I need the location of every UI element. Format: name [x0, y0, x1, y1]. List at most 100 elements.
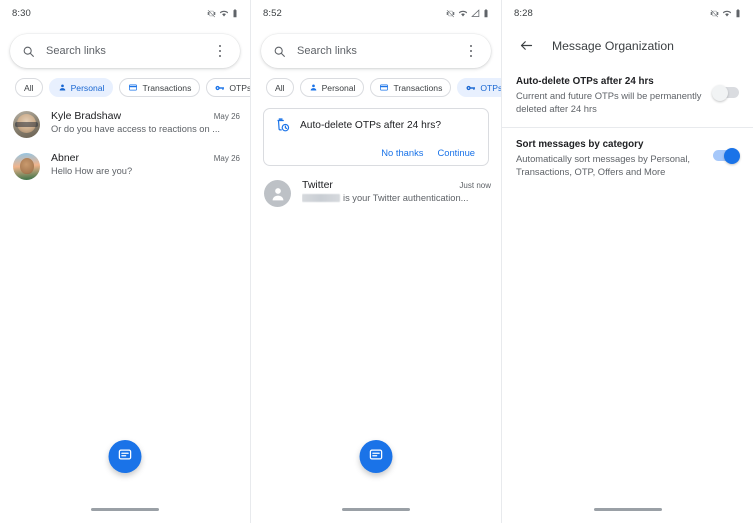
compose-message-icon	[118, 447, 133, 467]
avatar	[13, 153, 40, 180]
toggle-knob	[712, 84, 728, 101]
conversation-content: Kyle Bradshaw May 26 Or do you have acce…	[51, 110, 240, 134]
person-icon	[309, 83, 318, 92]
page-title: Message Organization	[552, 38, 674, 53]
search-bar[interactable]	[261, 34, 491, 68]
conversation-sender: Abner	[51, 152, 80, 164]
search-input[interactable]	[297, 45, 463, 57]
auto-delete-toggle[interactable]	[712, 84, 739, 101]
wifi-icon	[722, 9, 732, 18]
no-thanks-button[interactable]: No thanks	[381, 147, 423, 158]
filter-chip-label: Transactions	[393, 82, 443, 93]
key-icon	[466, 84, 476, 92]
conversation-timestamp: Just now	[459, 181, 491, 190]
status-clock: 8:28	[514, 7, 533, 19]
filter-chip-row: All Personal Transactions OTPs	[0, 68, 250, 97]
setting-title: Sort messages by category	[516, 139, 644, 151]
filter-chip-all[interactable]: All	[266, 78, 294, 97]
setting-text-block: Auto-delete OTPs after 24 hrs Current an…	[516, 75, 703, 116]
compose-fab-button[interactable]	[359, 440, 393, 473]
conversation-snippet: Hello How are you?	[51, 166, 133, 176]
conversation-row[interactable]: Kyle Bradshaw May 26 Or do you have acce…	[0, 103, 250, 145]
filter-chip-personal[interactable]: Personal	[299, 78, 365, 97]
gesture-nav-bar	[342, 508, 410, 511]
screen-message-organization-settings: 8:28 Message Organization Auto-delete OT…	[502, 0, 753, 523]
conversation-snippet: is your Twitter authentication...	[343, 193, 469, 203]
continue-button[interactable]: Continue	[437, 147, 475, 158]
setting-title: Auto-delete OTPs after 24 hrs	[516, 76, 654, 87]
filter-chip-label: All	[24, 82, 34, 93]
filter-chip-otps[interactable]: OTPs	[457, 78, 501, 97]
status-icon-group	[207, 8, 238, 18]
credit-card-icon	[379, 83, 389, 92]
avatar	[13, 111, 40, 138]
setting-subtitle: Automatically sort messages by Personal,…	[516, 153, 691, 178]
search-icon	[22, 45, 35, 58]
sort-category-toggle[interactable]	[713, 147, 740, 164]
gesture-nav-bar	[593, 508, 662, 511]
filter-chip-label: Personal	[70, 82, 105, 93]
avatar	[264, 180, 291, 207]
conversation-content: Twitter Just now is your Twitter authent…	[302, 179, 491, 203]
conversation-sender: Twitter	[302, 179, 333, 191]
multi-screen-comparison: 8:30 All	[0, 0, 753, 523]
filter-chip-transactions[interactable]: Transactions	[119, 78, 201, 97]
filter-chip-label: OTPs	[229, 82, 250, 93]
status-bar: 8:28	[502, 0, 753, 26]
signal-icon	[471, 8, 480, 18]
search-bar[interactable]	[10, 34, 240, 68]
conversation-row[interactable]: Twitter Just now is your Twitter authent…	[251, 172, 501, 214]
setting-subtitle: Current and future OTPs will be permanen…	[516, 90, 702, 115]
conversation-snippet-wrapper: is your Twitter authentication...	[302, 193, 491, 203]
screen-messages-personal: 8:30 All	[0, 0, 251, 523]
setting-auto-delete-otps[interactable]: Auto-delete OTPs after 24 hrs Current an…	[502, 65, 753, 127]
compose-fab-button[interactable]	[108, 440, 142, 473]
auto-delete-icon	[275, 118, 290, 138]
app-bar: Message Organization	[502, 26, 753, 65]
conversation-list: Twitter Just now is your Twitter authent…	[251, 166, 501, 214]
wifi-icon	[458, 9, 468, 18]
status-icon-group	[710, 8, 741, 18]
screen-messages-otps: 8:52 Search links All Personal Transacti…	[251, 0, 502, 523]
filter-chip-label: OTPs	[480, 82, 501, 93]
conversation-list: Kyle Bradshaw May 26 Or do you have acce…	[0, 97, 250, 187]
more-options-icon[interactable]	[463, 42, 479, 60]
more-options-icon[interactable]	[212, 42, 228, 60]
filter-chip-all[interactable]: All	[15, 78, 43, 97]
filter-chip-label: All	[275, 82, 285, 93]
battery-icon	[483, 8, 489, 18]
filter-chip-transactions[interactable]: Transactions	[370, 78, 452, 97]
filter-chip-row: All Personal Transactions OTPs	[251, 68, 501, 97]
vibrate-off-icon	[207, 9, 216, 18]
vibrate-off-icon	[446, 9, 455, 18]
credit-card-icon	[128, 83, 138, 92]
arrow-back-icon[interactable]	[519, 38, 534, 53]
conversation-row[interactable]: Abner May 26 Hello How are you?	[0, 145, 250, 187]
setting-text-block: Sort messages by category Automatically …	[516, 138, 703, 179]
status-bar: 8:52	[251, 0, 501, 26]
conversation-timestamp: May 26	[213, 112, 240, 121]
conversation-content: Abner May 26 Hello How are you?	[51, 152, 240, 176]
battery-icon	[232, 8, 238, 18]
status-clock: 8:52	[263, 7, 282, 19]
redacted-otp-code	[302, 194, 340, 202]
filter-chip-label: Personal	[321, 82, 356, 93]
setting-sort-by-category[interactable]: Sort messages by category Automatically …	[502, 128, 753, 190]
search-icon	[273, 45, 286, 58]
status-icon-group	[446, 8, 489, 18]
gesture-nav-bar	[91, 508, 159, 511]
vibrate-off-icon	[710, 9, 719, 18]
filter-chip-label: Transactions	[142, 82, 192, 93]
toggle-knob	[724, 147, 740, 164]
wifi-icon	[219, 9, 229, 18]
person-icon	[58, 83, 67, 92]
conversation-timestamp: May 26	[213, 154, 240, 163]
battery-icon	[735, 8, 741, 18]
filter-chip-personal[interactable]: Personal	[48, 78, 114, 97]
status-clock: 8:30	[12, 7, 31, 19]
promo-title: Auto-delete OTPs after 24 hrs?	[300, 120, 441, 131]
filter-chip-otps[interactable]: OTPs	[206, 78, 250, 97]
compose-message-icon	[369, 447, 384, 467]
search-input[interactable]	[46, 45, 212, 57]
key-icon	[215, 84, 225, 92]
